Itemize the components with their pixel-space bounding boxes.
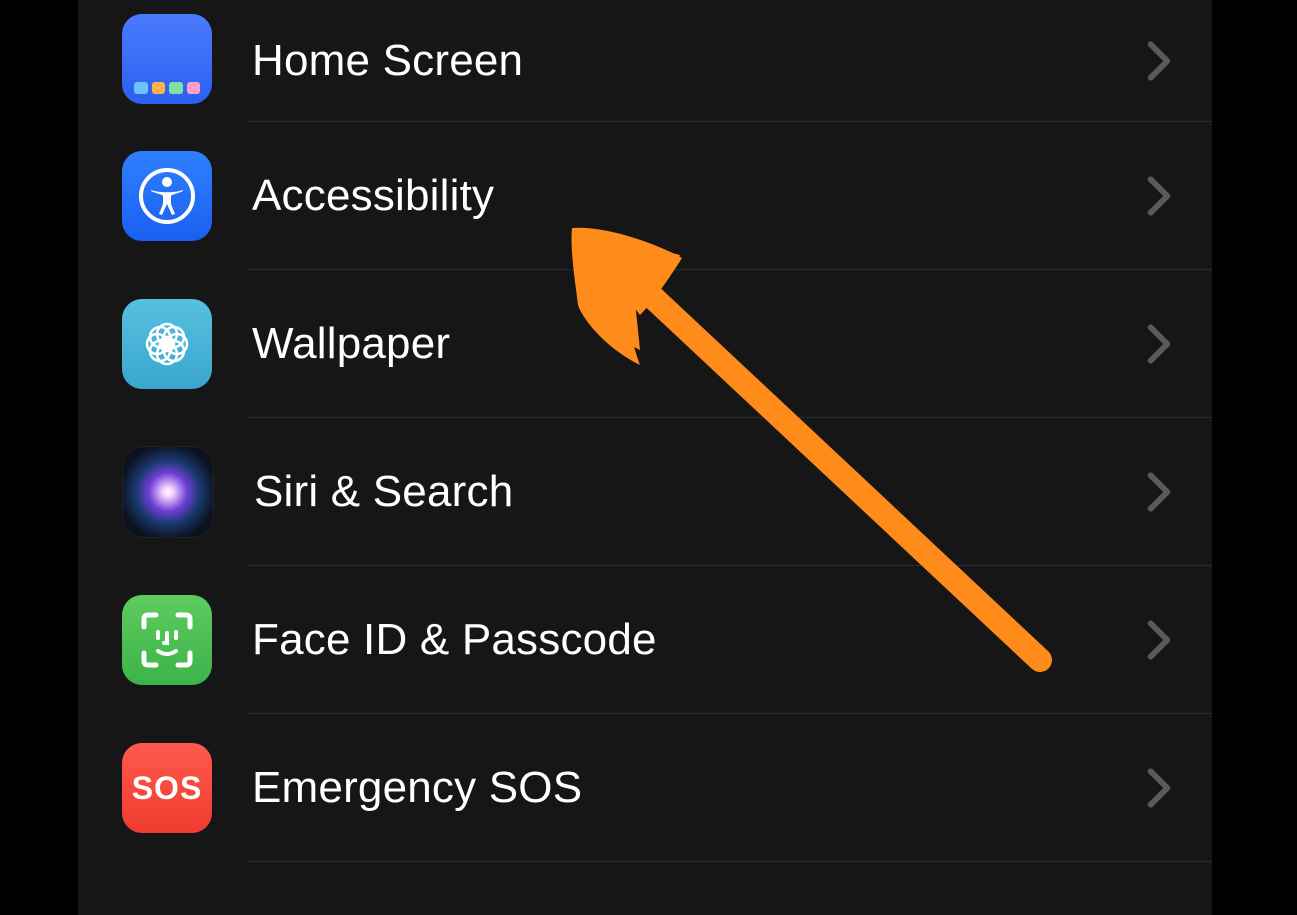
- settings-row-label: Home Screen: [252, 36, 1146, 86]
- accessibility-icon: [122, 151, 212, 241]
- sos-icon-text: SOS: [132, 770, 203, 807]
- settings-row-label: Accessibility: [252, 171, 1146, 221]
- wallpaper-icon: [122, 299, 212, 389]
- settings-row-home-screen[interactable]: Home Screen: [78, 0, 1212, 122]
- settings-list: Home Screen Accessibility: [78, 0, 1212, 862]
- settings-row-siri-search[interactable]: Siri & Search: [78, 418, 1212, 566]
- siri-icon: [122, 446, 214, 538]
- chevron-right-icon: [1146, 324, 1172, 364]
- settings-row-accessibility[interactable]: Accessibility: [78, 122, 1212, 270]
- separator: [248, 861, 1212, 862]
- settings-row-emergency-sos[interactable]: SOS Emergency SOS: [78, 714, 1212, 862]
- chevron-right-icon: [1146, 41, 1172, 81]
- settings-row-label: Emergency SOS: [252, 763, 1146, 813]
- settings-panel: Home Screen Accessibility: [78, 0, 1212, 915]
- chevron-right-icon: [1146, 472, 1172, 512]
- settings-row-faceid-passcode[interactable]: Face ID & Passcode: [78, 566, 1212, 714]
- faceid-icon: [122, 595, 212, 685]
- chevron-right-icon: [1146, 176, 1172, 216]
- settings-row-wallpaper[interactable]: Wallpaper: [78, 270, 1212, 418]
- settings-row-label: Siri & Search: [254, 467, 1146, 517]
- sos-icon: SOS: [122, 743, 212, 833]
- chevron-right-icon: [1146, 620, 1172, 660]
- settings-row-label: Wallpaper: [252, 319, 1146, 369]
- chevron-right-icon: [1146, 768, 1172, 808]
- settings-row-label: Face ID & Passcode: [252, 615, 1146, 665]
- home-screen-icon: [122, 14, 212, 104]
